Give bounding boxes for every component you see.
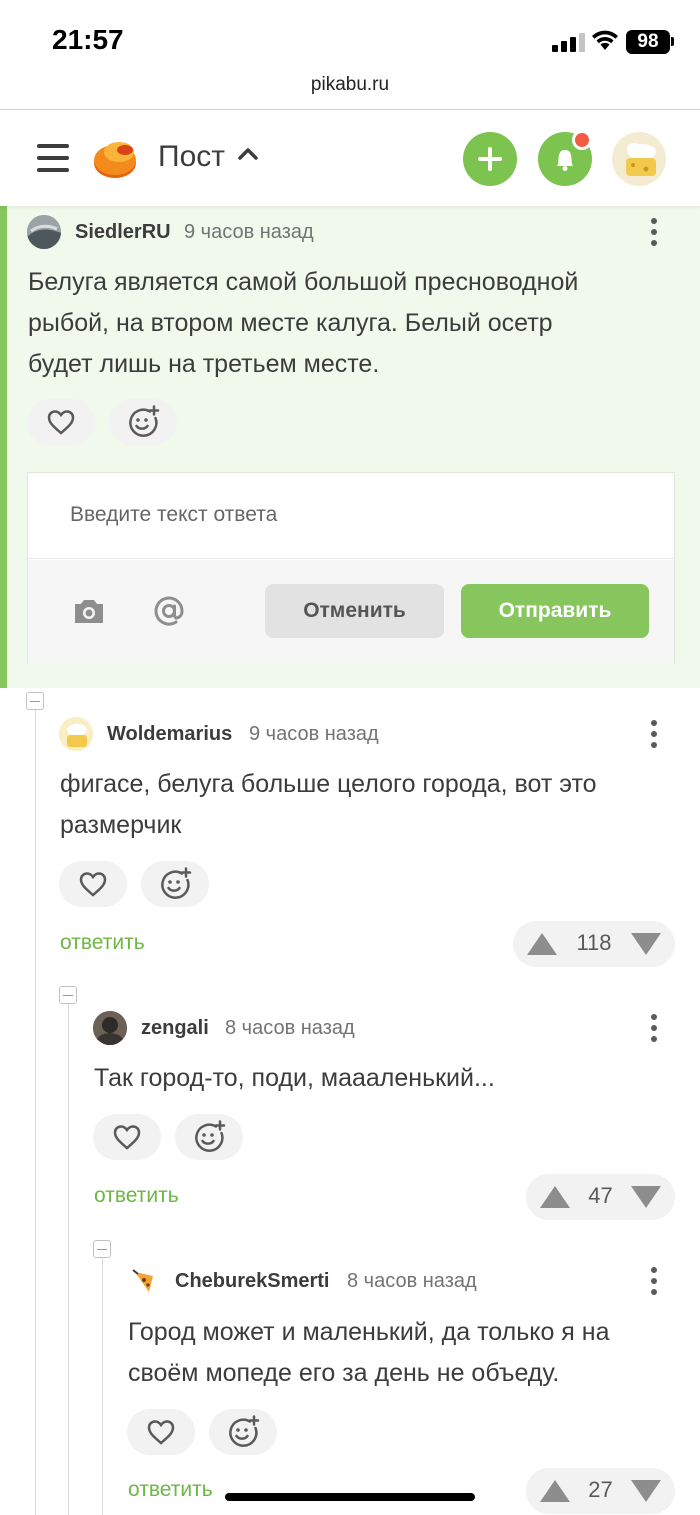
collapse-button[interactable] <box>93 1240 111 1258</box>
more-icon[interactable] <box>650 1014 658 1044</box>
avatar <box>626 143 656 176</box>
reaction-button[interactable] <box>209 1409 277 1455</box>
comment-time: 9 часов назад <box>184 221 314 243</box>
chevron-up-icon[interactable] <box>238 146 258 160</box>
reply-placeholder: Введите текст ответа <box>70 503 278 526</box>
comment-line: будет лишь на третьем месте. <box>28 350 380 378</box>
collapse-button[interactable] <box>26 692 44 710</box>
url-text: pikabu.ru <box>310 74 390 95</box>
emoji-add-icon <box>161 867 192 899</box>
thread-line <box>35 700 36 1515</box>
like-button[interactable] <box>127 1409 195 1455</box>
pikabu-logo-icon[interactable] <box>92 136 140 180</box>
thread-line <box>68 1004 69 1515</box>
comment-line: Белуга является самой большой пресноводн… <box>28 268 579 296</box>
avatar[interactable] <box>59 717 93 751</box>
user-avatar-button[interactable] <box>612 132 666 186</box>
cancel-button[interactable]: Отменить <box>265 584 444 638</box>
like-button[interactable] <box>93 1114 161 1160</box>
comment-line: рыбой, на втором месте калуга. Белый осе… <box>28 309 553 337</box>
rating-widget: 27 <box>526 1468 675 1514</box>
hamburger-icon[interactable] <box>37 144 69 172</box>
comment-author[interactable]: zengali <box>141 1017 209 1040</box>
rating-value: 118 <box>576 930 612 955</box>
camera-icon[interactable] <box>72 596 106 626</box>
like-icon <box>47 410 75 435</box>
highlight-indicator <box>0 206 7 688</box>
rating-widget: 118 <box>513 921 675 967</box>
like-icon <box>79 872 107 897</box>
like-icon <box>113 1125 141 1150</box>
signal-icon <box>552 32 586 52</box>
comment-line: фигасе, белуга больше целого города, вот… <box>60 770 597 798</box>
comment-time: 8 часов назад <box>225 1017 355 1039</box>
upvote-icon[interactable] <box>527 933 557 955</box>
comment-line: размерчик <box>60 811 182 839</box>
comment-line: Так город-то, поди, маааленький... <box>94 1064 495 1092</box>
avatar[interactable] <box>93 1011 127 1045</box>
avatar[interactable] <box>27 215 61 249</box>
more-icon[interactable] <box>650 720 658 750</box>
app-header: Пост <box>0 110 700 206</box>
like-button[interactable] <box>59 861 127 907</box>
rating-widget: 47 <box>526 1174 675 1220</box>
mention-icon[interactable] <box>151 594 187 630</box>
reply-link[interactable]: ответить <box>128 1478 213 1502</box>
comment-author[interactable]: CheburekSmerti <box>175 1270 330 1293</box>
downvote-icon[interactable] <box>631 1480 661 1502</box>
url-bar[interactable]: pikabu.ru <box>0 70 700 110</box>
upvote-icon[interactable] <box>540 1480 570 1502</box>
reply-input[interactable]: Введите текст ответа <box>28 473 674 559</box>
reaction-button[interactable] <box>141 861 209 907</box>
thread-line <box>102 1258 103 1515</box>
emoji-add-icon <box>229 1415 260 1447</box>
emoji-add-icon <box>195 1120 226 1152</box>
like-button[interactable] <box>27 399 95 445</box>
like-icon <box>147 1420 175 1445</box>
reaction-button[interactable] <box>109 399 177 445</box>
comment-author[interactable]: Woldemarius <box>107 723 232 746</box>
wifi-icon <box>592 30 618 50</box>
page-title[interactable]: Пост <box>158 140 225 174</box>
rating-value: 47 <box>588 1183 613 1208</box>
status-time: 21:57 <box>52 24 124 55</box>
downvote-icon[interactable] <box>631 1186 661 1208</box>
comment-text: Город может и маленький, да только я на … <box>128 1312 688 1394</box>
battery-level: 98 <box>626 30 670 54</box>
comment-line: Город может и маленький, да только я на <box>128 1318 610 1346</box>
reply-link[interactable]: ответить <box>60 931 145 955</box>
comment-author[interactable]: SiedlerRU <box>75 221 171 244</box>
more-icon[interactable] <box>650 218 658 248</box>
home-indicator[interactable] <box>225 1493 475 1501</box>
upvote-icon[interactable] <box>540 1186 570 1208</box>
plus-icon <box>478 147 502 171</box>
status-bar: 21:57 98 <box>0 0 700 70</box>
collapse-button[interactable] <box>59 986 77 1004</box>
comment-line: своём мопеде его за день не объеду. <box>128 1359 560 1387</box>
reply-link[interactable]: ответить <box>94 1184 179 1208</box>
notification-dot <box>572 130 592 150</box>
battery-cap <box>671 37 674 46</box>
comment-time: 9 часов назад <box>249 723 379 745</box>
downvote-icon[interactable] <box>631 933 661 955</box>
comment-text: Так город-то, поди, маааленький... <box>94 1058 684 1099</box>
emoji-add-icon <box>129 405 160 437</box>
reply-toolbar: Отменить Отправить <box>28 560 674 664</box>
reaction-button[interactable] <box>175 1114 243 1160</box>
comment-time: 8 часов назад <box>347 1270 477 1292</box>
avatar[interactable] <box>127 1264 161 1298</box>
rating-value: 27 <box>588 1477 613 1502</box>
reply-form: Введите текст ответа Отменить Отправить <box>27 472 675 664</box>
add-post-button[interactable] <box>463 132 517 186</box>
send-button[interactable]: Отправить <box>461 584 649 638</box>
comment-text: фигасе, белуга больше целого города, вот… <box>60 764 680 846</box>
more-icon[interactable] <box>650 1267 658 1297</box>
comment-text: Белуга является самой большой пресноводн… <box>28 262 678 385</box>
